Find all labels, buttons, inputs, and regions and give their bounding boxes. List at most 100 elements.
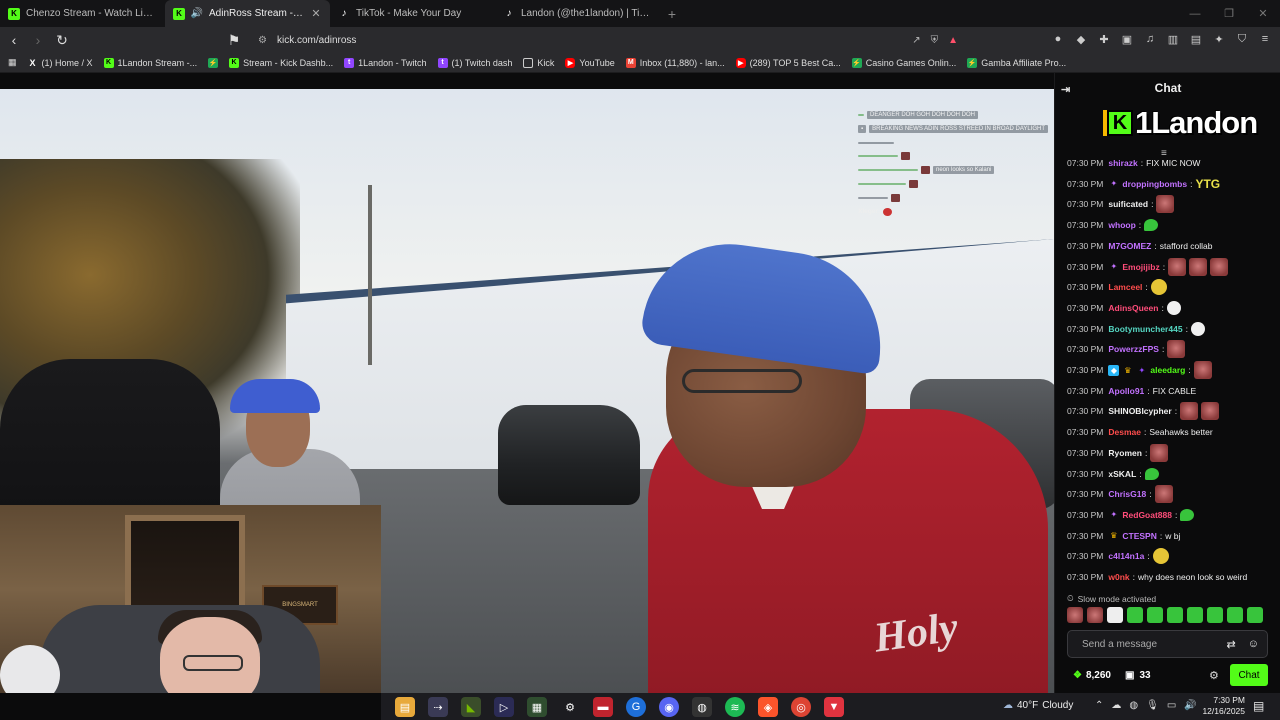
app-icon[interactable]: ⇢ — [428, 697, 448, 717]
emote[interactable] — [1168, 257, 1187, 276]
chat-message[interactable]: 07:30 PM SHINOBIcypher: — [1067, 401, 1220, 421]
emoji-icon[interactable]: ☺ — [1248, 638, 1259, 651]
tab-tiktok[interactable]: ♪ TikTok - Make Your Day — [330, 0, 495, 27]
bookmark-casino-games[interactable]: ⚡ Casino Games Onlin... — [851, 57, 956, 68]
send-chat-button[interactable]: Chat — [1230, 664, 1268, 686]
bookmark-kick-dashboard[interactable]: K Stream - Kick Dashb... — [229, 57, 333, 68]
rewards-icon[interactable]: ▲ — [948, 35, 958, 46]
emote[interactable] — [1167, 340, 1186, 359]
discord-icon[interactable]: ◉ — [659, 697, 679, 717]
message-username[interactable]: droppingbombs — [1122, 179, 1187, 189]
calculator-icon[interactable]: ▦ — [527, 697, 547, 717]
message-username[interactable]: Bootymuncher445 — [1108, 324, 1182, 334]
chat-message[interactable]: 07:30 PM xSKAL: — [1067, 464, 1159, 484]
speaker-icon[interactable]: 🔊 — [1184, 700, 1196, 711]
tray-app-icon[interactable]: ☁ — [1111, 700, 1121, 711]
gear-icon[interactable]: ⚙ — [1209, 669, 1219, 682]
bookmark-gmail[interactable]: M Inbox (11,880) - lan... — [625, 57, 725, 68]
chat-message[interactable]: 07:30 PM ✦ RedGoat888: — [1067, 505, 1195, 525]
sub-count[interactable]: ▣ 33 — [1125, 670, 1151, 681]
media-icon[interactable]: ♫ — [1143, 32, 1157, 46]
chat-message-input[interactable]: Send a message ⇄ ☺ — [1067, 630, 1268, 658]
message-username[interactable]: Ryomen — [1108, 448, 1142, 458]
chat-message[interactable]: 07:30 PM ✦ droppingbombs: YTG — [1067, 174, 1220, 194]
bookmark-youtube[interactable]: ▶ YouTube — [565, 57, 615, 68]
network-icon[interactable]: ▭ — [1167, 700, 1176, 711]
close-window-icon[interactable]: ✕ — [1246, 0, 1280, 27]
message-username[interactable]: AdinsQueen — [1108, 303, 1158, 313]
app-pink-icon[interactable]: ▼ — [824, 697, 844, 717]
message-username[interactable]: PowerzzFPS — [1108, 344, 1159, 354]
notification-icon[interactable]: ▤ — [1253, 699, 1264, 713]
chat-message[interactable]: 07:30 PM Apollo91: FIX CABLE — [1067, 381, 1196, 401]
emote-button[interactable] — [1067, 607, 1083, 623]
video-player[interactable]: Holy DEANGER DOH GOH DOH DOH DOH ▪ BREAKI… — [0, 73, 1054, 693]
chat-messages[interactable]: 07:30 PM shirazk: FIX MIC NOW 07:30 PM ✦ drop… — [1055, 155, 1280, 587]
microphone-icon[interactable]: 🎙 — [1146, 700, 1159, 711]
user-badge-icon[interactable]: ✦ — [1108, 509, 1119, 520]
message-username[interactable]: RedGoat888 — [1122, 510, 1172, 520]
chat-message[interactable]: 07:30 PM ◆ ♛ ✦ aleedarg: — [1067, 360, 1212, 380]
bookmark-icon[interactable]: ⚑ — [224, 30, 244, 50]
emote[interactable] — [1144, 467, 1159, 480]
chat-message[interactable]: 07:30 PM whoop: — [1067, 215, 1159, 235]
bookmark-twitch[interactable]: t 1Landon - Twitch — [344, 57, 427, 68]
emote-button[interactable] — [1127, 607, 1143, 623]
collapse-chat-icon[interactable]: ⇥ — [1061, 83, 1070, 96]
menu-icon[interactable]: ≡ — [1258, 32, 1272, 46]
tab-chenzo[interactable]: K Chenzo Stream - Watch Live on Kick — [0, 0, 165, 27]
system-clock[interactable]: 7:30 PM 12/16/2025 — [1201, 695, 1245, 717]
bookmark-twitch-dash[interactable]: t (1) Twitch dash — [437, 57, 512, 68]
user-badge-icon[interactable]: ✦ — [1136, 365, 1147, 376]
chat-message[interactable]: 07:30 PM w0nk: why does neon look so weird — [1067, 567, 1247, 587]
emote[interactable] — [1210, 257, 1229, 276]
chat-message[interactable]: 07:30 PM PowerzzFPS: — [1067, 339, 1186, 359]
nvidia-icon[interactable]: ◣ — [461, 697, 481, 717]
emote[interactable] — [1144, 219, 1159, 232]
chat-message[interactable]: 07:30 PM ChrisG18: — [1067, 484, 1173, 504]
spotify-icon[interactable]: ≋ — [725, 697, 745, 717]
emote[interactable] — [1189, 257, 1208, 276]
bookmark-gamba-affiliate[interactable]: ⚡ Gamba Affiliate Pro... — [967, 57, 1066, 68]
message-username[interactable]: M7GOMEZ — [1108, 241, 1151, 251]
message-username[interactable]: Desmae — [1108, 427, 1141, 437]
chat-message[interactable]: 07:30 PM M7GOMEZ: stafford collab — [1067, 236, 1213, 256]
media-player-icon[interactable]: ▷ — [494, 697, 514, 717]
emote[interactable] — [1180, 508, 1195, 521]
emote[interactable] — [1201, 402, 1220, 421]
emote[interactable]: YTG — [1195, 176, 1220, 192]
emote-button[interactable] — [1247, 607, 1263, 623]
message-username[interactable]: suificated — [1108, 199, 1148, 209]
message-username[interactable]: c4l14n1a — [1108, 551, 1144, 561]
user-badge-icon[interactable]: ✦ — [1108, 261, 1119, 272]
ai-icon[interactable]: ✦ — [1212, 32, 1226, 46]
chat-message[interactable]: 07:30 PM Desmae: Seahawks better — [1067, 422, 1213, 442]
wallet-icon[interactable]: ▤ — [1189, 32, 1203, 46]
shield-icon[interactable]: ⛨ — [931, 35, 939, 46]
emote[interactable] — [1190, 321, 1205, 336]
user-badge-icon[interactable]: ✦ — [1108, 178, 1119, 189]
obs-icon[interactable]: ◍ — [692, 697, 712, 717]
sidebar-icon[interactable]: ▥ — [1166, 32, 1180, 46]
emote[interactable] — [1166, 300, 1181, 315]
brave-icon[interactable]: ◈ — [758, 697, 778, 717]
weather-widget[interactable]: ☁ 40°F Cloudy — [1003, 700, 1073, 711]
chat-message[interactable]: 07:30 PM shirazk: FIX MIC NOW — [1067, 155, 1200, 173]
emote[interactable] — [1180, 402, 1199, 421]
vpn-icon[interactable]: ⛉ — [1235, 32, 1249, 46]
emote-button[interactable] — [1107, 607, 1123, 623]
chat-message[interactable]: 07:30 PM Bootymuncher445: — [1067, 319, 1205, 339]
chrome-icon[interactable]: ◎ — [791, 697, 811, 717]
user-badge-icon[interactable]: ◆ — [1108, 364, 1120, 376]
emote-button[interactable] — [1187, 607, 1203, 623]
forward-icon[interactable]: › — [28, 30, 48, 50]
emote[interactable] — [1156, 195, 1175, 214]
translate-icon[interactable]: ⇄ — [1227, 638, 1236, 651]
share-icon[interactable]: ↗ — [912, 35, 920, 46]
bookmark-kick-extra[interactable]: ⚡ — [208, 57, 219, 68]
file-explorer-icon[interactable]: ▤ — [395, 697, 415, 717]
message-username[interactable]: SHINOBIcypher — [1108, 406, 1171, 416]
user-badge-icon[interactable]: ♛ — [1122, 365, 1133, 376]
emote[interactable] — [1150, 279, 1167, 296]
audio-icon[interactable]: 🔊 — [191, 8, 203, 20]
